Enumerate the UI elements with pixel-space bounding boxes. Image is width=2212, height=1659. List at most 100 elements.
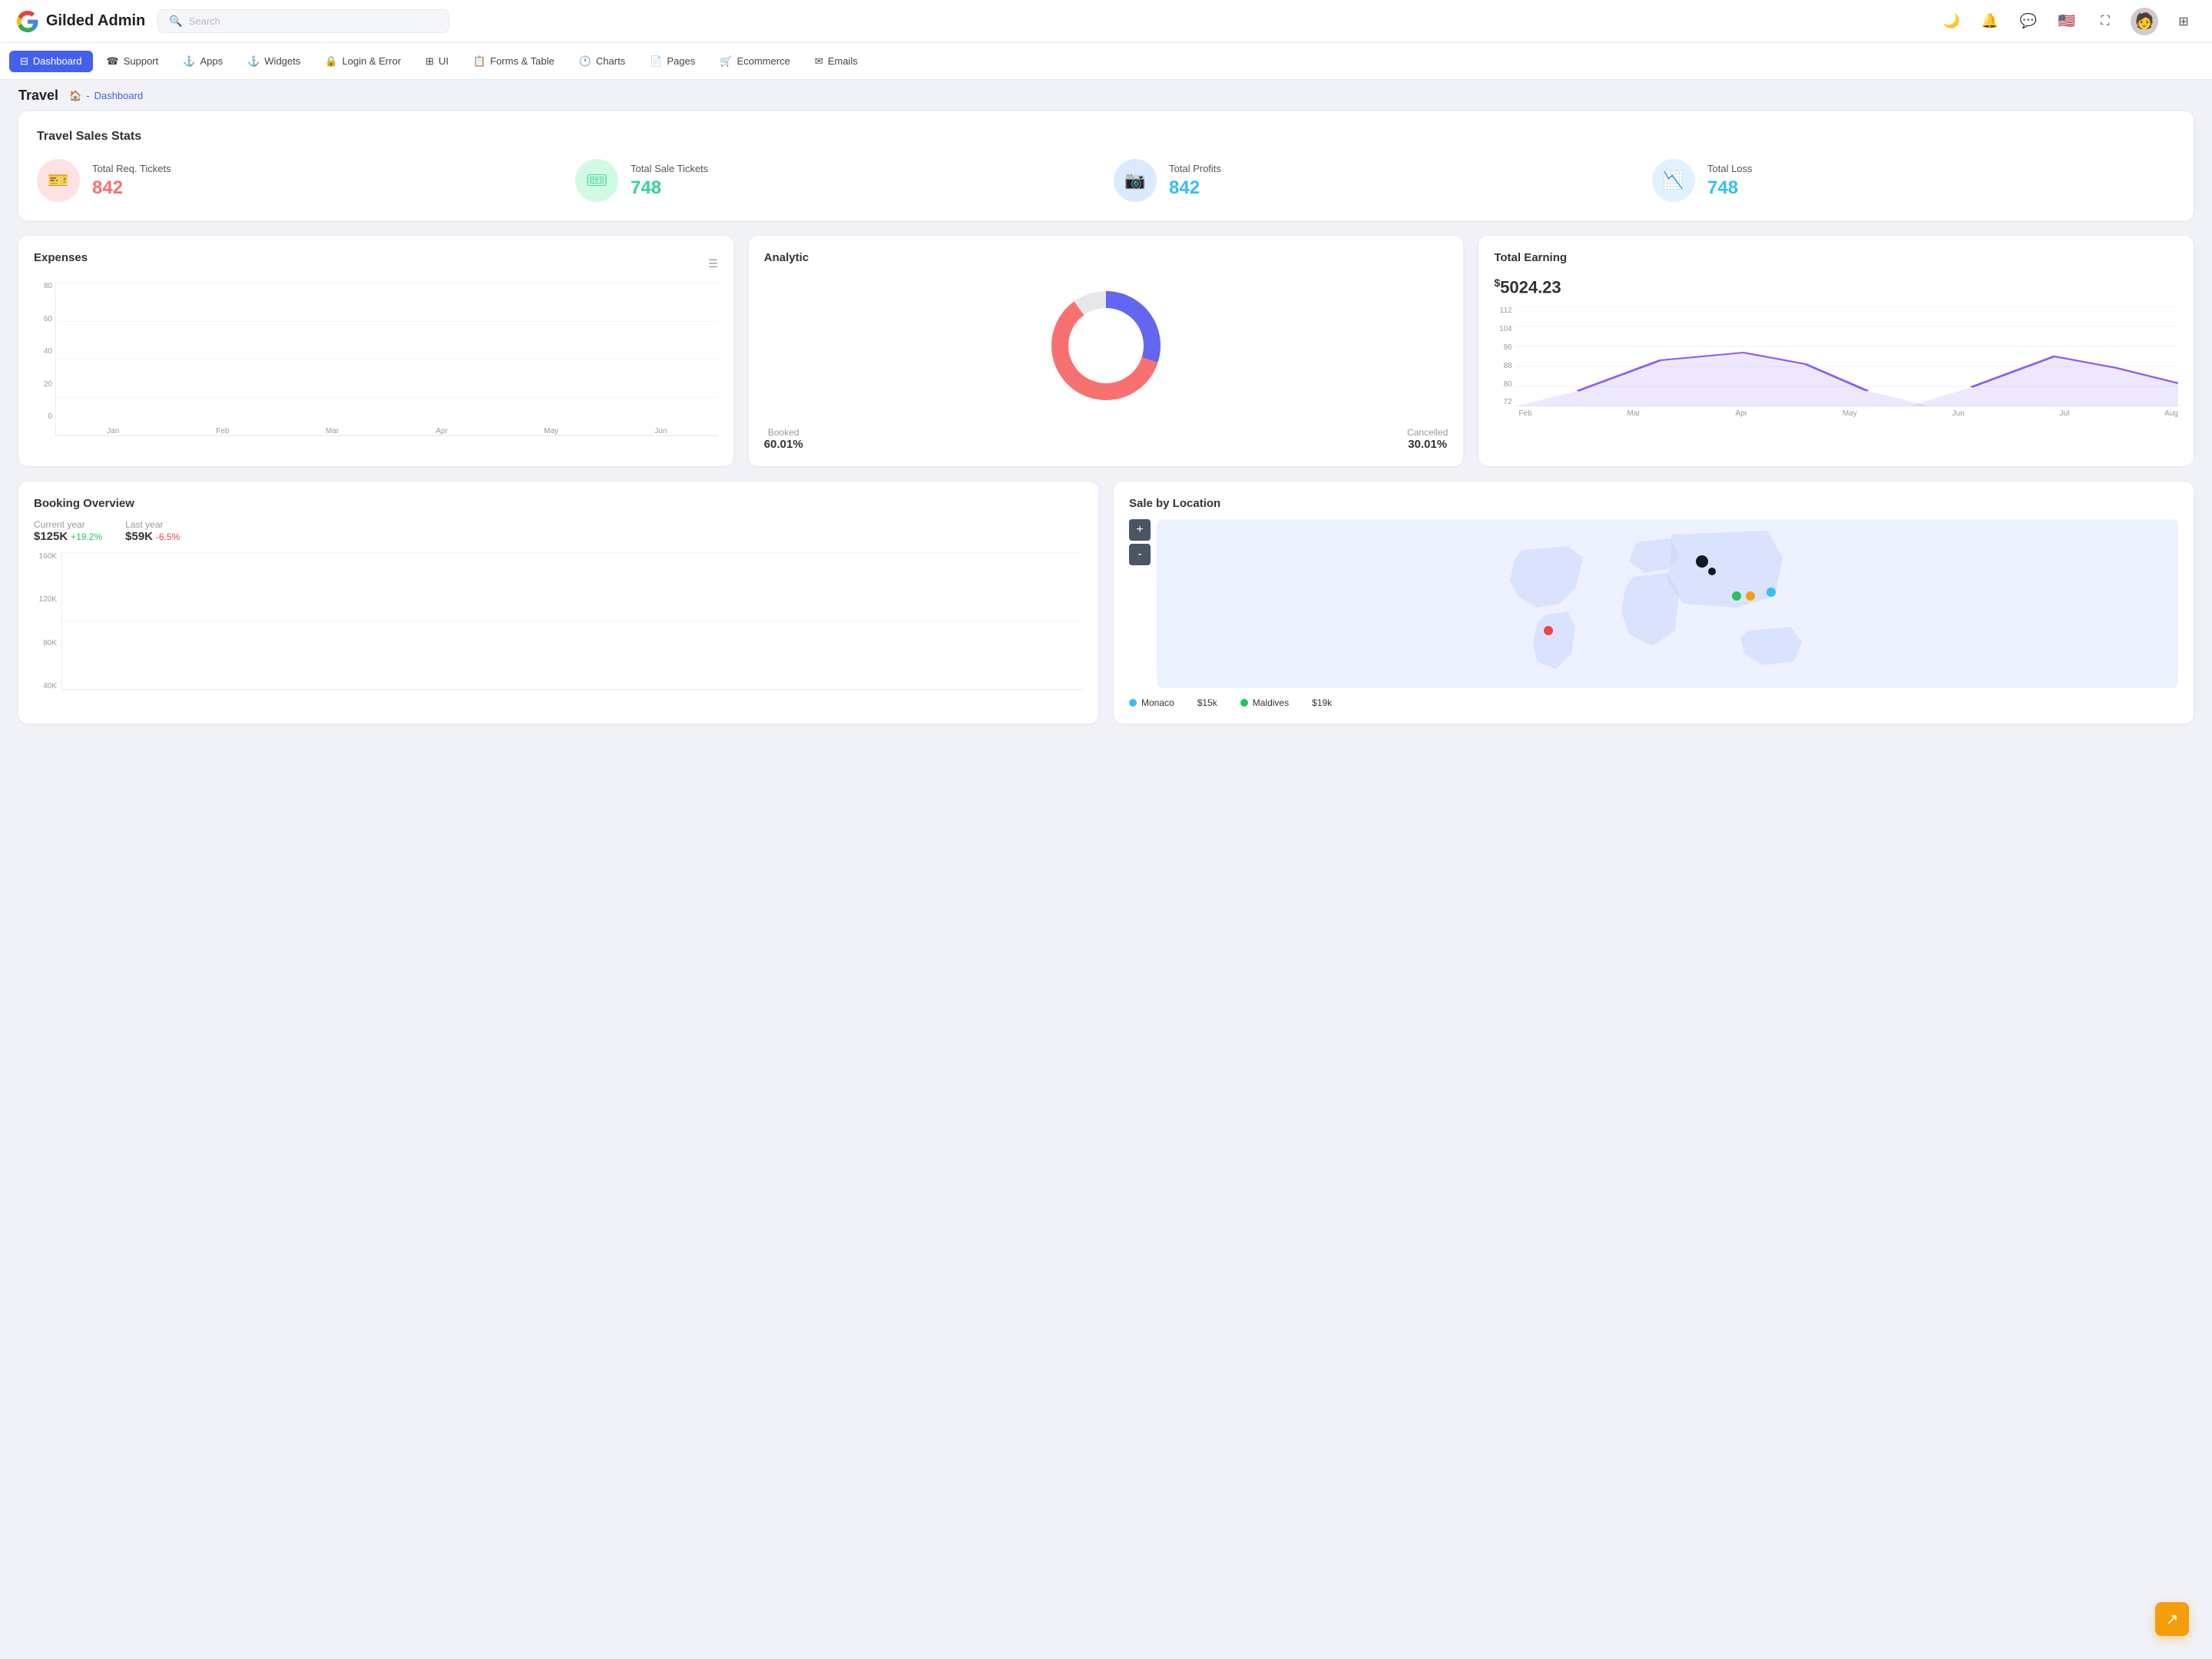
bottom-row: Booking Overview Current year $125K +19.…	[18, 482, 2194, 724]
current-year-value: $125K	[34, 530, 68, 543]
bar-jun: Jun	[610, 424, 712, 435]
expenses-y-labels: 0 20 40 60 80	[34, 283, 55, 421]
current-year-meta: Current year $125K +19.2%	[34, 519, 102, 543]
nav-label-login: Login & Error	[342, 55, 401, 67]
donut-container: Booked 60.01% Cancelled 30.01%	[764, 276, 1449, 451]
nav-item-login[interactable]: 🔒 Login & Error	[314, 51, 412, 72]
ui-icon: ⊞	[426, 55, 434, 68]
fab-button[interactable]: ↗	[2155, 1602, 2189, 1636]
bar-may: May	[500, 424, 602, 435]
nav-label-support: Support	[124, 55, 159, 67]
camera-icon-circle: 📷	[1114, 159, 1157, 202]
chart-down-icon-circle: 📉	[1652, 159, 1695, 202]
ecommerce-icon: 🛒	[720, 55, 732, 68]
last-year-change: -6.5%	[156, 531, 180, 542]
main-content: Travel Sales Stats 🎫 Total Req. Tickets …	[0, 111, 2212, 742]
monaco-dot	[1129, 699, 1137, 707]
nav-item-charts[interactable]: 🕐 Charts	[568, 51, 636, 72]
bar-jan: Jan	[62, 424, 164, 435]
chart-menu-icon[interactable]: ☰	[708, 257, 718, 270]
grid-icon[interactable]: ⊞	[2171, 8, 2197, 35]
nav-item-forms[interactable]: 📋 Forms & Table	[462, 51, 565, 72]
flag-icon[interactable]: 🇺🇸	[2054, 8, 2080, 35]
stat-value-0: 842	[92, 177, 171, 199]
bar-mar: Mar	[281, 424, 383, 435]
search-placeholder: Search	[189, 15, 220, 27]
current-year-change: +19.2%	[71, 531, 102, 542]
ticket-icon: 🎫	[48, 171, 68, 190]
moon-icon[interactable]: 🌙	[1939, 8, 1965, 35]
nav-label-ecommerce: Ecommerce	[737, 55, 790, 67]
ticket-alt-icon: 🎟	[586, 171, 608, 190]
donut-legend: Booked 60.01% Cancelled 30.01%	[764, 427, 1449, 451]
booked-value: 60.01%	[764, 438, 803, 451]
header: Gilded Admin 🔍 Search 🌙 🔔 💬 🇺🇸 ⛶ 🧑 ⊞	[0, 0, 2212, 43]
nav-item-widgets[interactable]: ⚓ Widgets	[237, 51, 311, 72]
login-icon: 🔒	[325, 55, 337, 68]
breadcrumb-link[interactable]: Dashboard	[94, 90, 144, 101]
forms-icon: 📋	[473, 55, 485, 68]
home-icon: 🏠	[69, 90, 81, 102]
earning-amount: $5024.23	[1494, 276, 2178, 297]
last-year-value: $59K	[125, 530, 153, 543]
expenses-chart-card: Expenses ☰ 0 20 40 60 80	[18, 236, 733, 466]
booking-meta: Current year $125K +19.2% Last year $59K…	[34, 519, 1083, 543]
map-zoom-out[interactable]: -	[1129, 544, 1151, 565]
donut-chart	[1045, 284, 1167, 407]
earning-chart-card: Total Earning $5024.23 72 80 88 96 104 1…	[1479, 236, 2194, 466]
stat-label-2: Total Profits	[1169, 163, 1221, 174]
chat-icon[interactable]: 💬	[2015, 8, 2041, 35]
stats-card: Travel Sales Stats 🎫 Total Req. Tickets …	[18, 111, 2194, 220]
nav-label-apps: Apps	[200, 55, 223, 67]
stats-title: Travel Sales Stats	[37, 130, 2175, 144]
stat-value-3: 748	[1707, 177, 1753, 199]
earning-chart-area: 72 80 88 96 104 112	[1494, 306, 2178, 418]
google-g-icon	[15, 9, 40, 34]
nav-item-ui[interactable]: ⊞ UI	[415, 51, 459, 72]
booked-label: Booked	[764, 427, 803, 438]
nav-item-support[interactable]: ☎ Support	[96, 51, 170, 72]
stat-value-2: 842	[1169, 177, 1221, 199]
map-zoom-in[interactable]: +	[1129, 519, 1151, 541]
nav-item-pages[interactable]: 📄 Pages	[639, 51, 706, 72]
stat-item-sale-tickets: 🎟 Total Sale Tickets 748	[575, 159, 1098, 202]
stat-item-loss: 📉 Total Loss 748	[1652, 159, 2175, 202]
legend-maldives: Maldives	[1240, 697, 1289, 708]
stat-item-profits: 📷 Total Profits 842	[1114, 159, 1637, 202]
analytic-title: Analytic	[764, 251, 1449, 264]
nav-label-ui: UI	[439, 55, 449, 67]
cancelled-label: Cancelled	[1407, 427, 1448, 438]
search-icon: 🔍	[169, 15, 182, 28]
nav-item-dashboard[interactable]: ⊟ Dashboard	[9, 51, 93, 72]
arrow-icon: ↗	[2166, 1610, 2179, 1629]
bar-apr: Apr	[391, 424, 493, 435]
earning-svg	[1515, 306, 2178, 406]
camera-icon: 📷	[1124, 171, 1145, 190]
nav-item-ecommerce[interactable]: 🛒 Ecommerce	[709, 51, 801, 72]
stat-label-1: Total Sale Tickets	[631, 163, 708, 174]
price-19k: $19k	[1312, 697, 1332, 708]
stats-grid: 🎫 Total Req. Tickets 842 🎟 Total Sale Ti…	[37, 159, 2175, 202]
bell-icon[interactable]: 🔔	[1977, 8, 2003, 35]
maldives-dot	[1240, 699, 1248, 707]
nav-label-emails: Emails	[828, 55, 858, 67]
nav-label-forms: Forms & Table	[490, 55, 555, 67]
earning-title: Total Earning	[1494, 251, 2178, 264]
last-year-label: Last year	[125, 519, 180, 530]
cancelled-value: 30.01%	[1407, 438, 1448, 451]
avatar[interactable]: 🧑	[2131, 8, 2158, 35]
legend-cancelled: Cancelled 30.01%	[1407, 427, 1448, 451]
search-bar[interactable]: 🔍 Search	[157, 9, 449, 33]
charts-row: Expenses ☰ 0 20 40 60 80	[18, 236, 2194, 466]
booking-chart: 40K 80K 120K 160K	[34, 552, 1083, 690]
nav-label-widgets: Widgets	[264, 55, 300, 67]
emails-icon: ✉	[815, 55, 823, 68]
expenses-bars-container: Jan Feb Mar	[56, 283, 718, 435]
nav-item-emails[interactable]: ✉ Emails	[804, 51, 869, 72]
map-title: Sale by Location	[1129, 497, 2178, 510]
booking-overview-card: Booking Overview Current year $125K +19.…	[18, 482, 1098, 724]
breadcrumb: Travel 🏠 - Dashboard	[0, 80, 2212, 111]
support-icon: ☎	[107, 55, 119, 68]
fullscreen-icon[interactable]: ⛶	[2092, 8, 2118, 35]
nav-item-apps[interactable]: ⚓ Apps	[172, 51, 233, 72]
